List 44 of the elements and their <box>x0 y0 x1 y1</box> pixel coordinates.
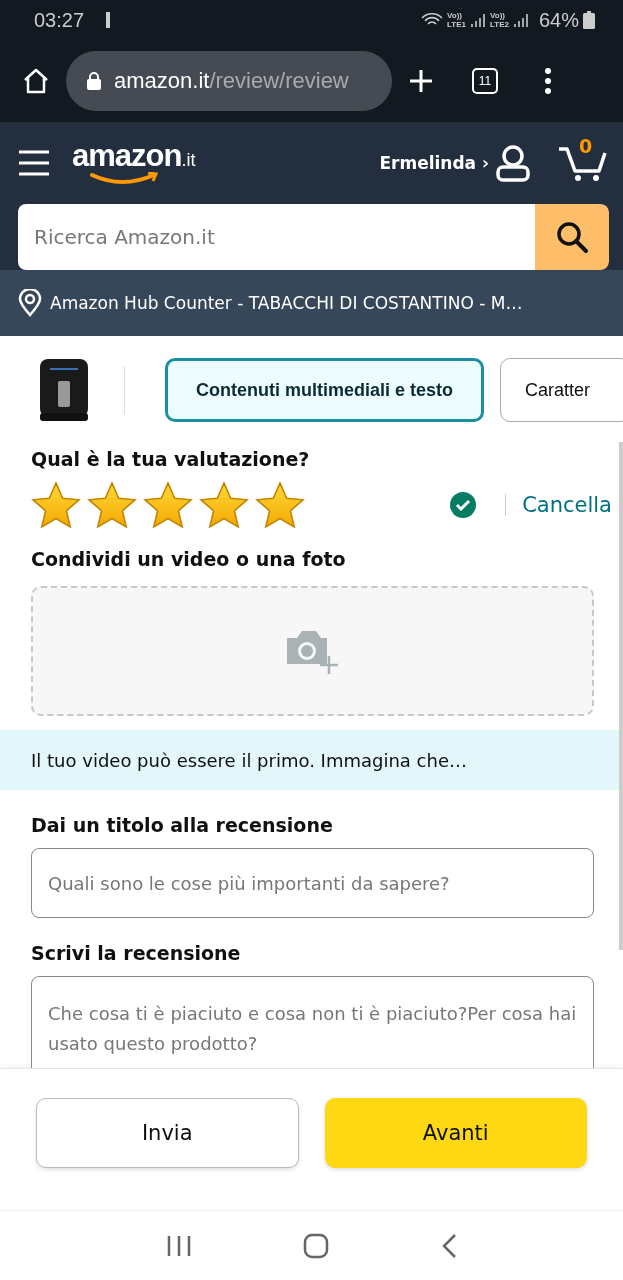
back-icon[interactable] <box>441 1232 458 1259</box>
sim-label: Vo)) LTE1 <box>447 11 466 29</box>
lock-icon <box>86 71 102 91</box>
search-icon <box>555 220 589 254</box>
review-tab[interactable]: Contenuti multimediali e testo <box>165 358 485 422</box>
home-button-icon[interactable] <box>303 1232 330 1259</box>
person-icon[interactable] <box>495 144 531 182</box>
url-text: amazon.it/review/review <box>114 68 349 94</box>
title-label: Dai un titolo alla recensione <box>31 813 334 838</box>
battery-icon <box>583 11 595 29</box>
location-pin-icon <box>18 289 42 317</box>
next-button[interactable]: Avanti <box>324 1097 587 1168</box>
search-field[interactable]: Ricerca Amazon.it <box>18 204 535 270</box>
signal-icon <box>470 12 486 28</box>
status-time: 03:27 <box>34 8 85 32</box>
recent-apps-icon[interactable] <box>165 1233 192 1258</box>
review-tab[interactable]: Caratter <box>500 358 623 422</box>
home-icon[interactable] <box>22 67 50 95</box>
star-icon[interactable] <box>143 481 193 529</box>
rating-heading: Qual è la tua valutazione? <box>31 447 311 472</box>
battery-level: 64% <box>538 8 579 32</box>
more-icon[interactable] <box>544 68 552 94</box>
tab-count-button[interactable]: 11 <box>472 68 498 94</box>
star-icon[interactable] <box>87 481 137 529</box>
air-fryer-drawing <box>38 357 90 423</box>
star-icon[interactable] <box>31 481 81 529</box>
account-link[interactable]: Ermelinda › <box>379 153 489 173</box>
title-field[interactable]: Quali sono le cose più importanti da sapere? <box>31 848 594 918</box>
star-icon[interactable] <box>255 481 305 529</box>
logo[interactable]: amazon.it <box>72 138 196 188</box>
banner-text: Il tuo video può essere il primo. Immagina che… <box>31 749 467 771</box>
sim-label: Vo)) LTE2 <box>490 11 509 29</box>
signal-icon <box>512 12 529 28</box>
plus-icon[interactable] <box>408 68 434 94</box>
address-bar[interactable]: amazon.it/review/review <box>66 51 392 111</box>
review-label: Scrivi la recensione <box>31 941 242 966</box>
submit-button[interactable]: Invia <box>36 1097 299 1168</box>
media-heading: Condividi un video o una foto <box>31 547 347 572</box>
star-icon[interactable] <box>199 481 249 529</box>
clear-link[interactable]: Cancella <box>522 493 612 517</box>
search-button[interactable] <box>535 204 609 270</box>
menu-icon[interactable] <box>18 149 50 177</box>
review-field[interactable]: Che cosa ti è piaciuto e cosa non ti è piaciuto?Per cosa hai usato questo prodotto? <box>31 976 594 1068</box>
notification-icon <box>106 12 111 28</box>
